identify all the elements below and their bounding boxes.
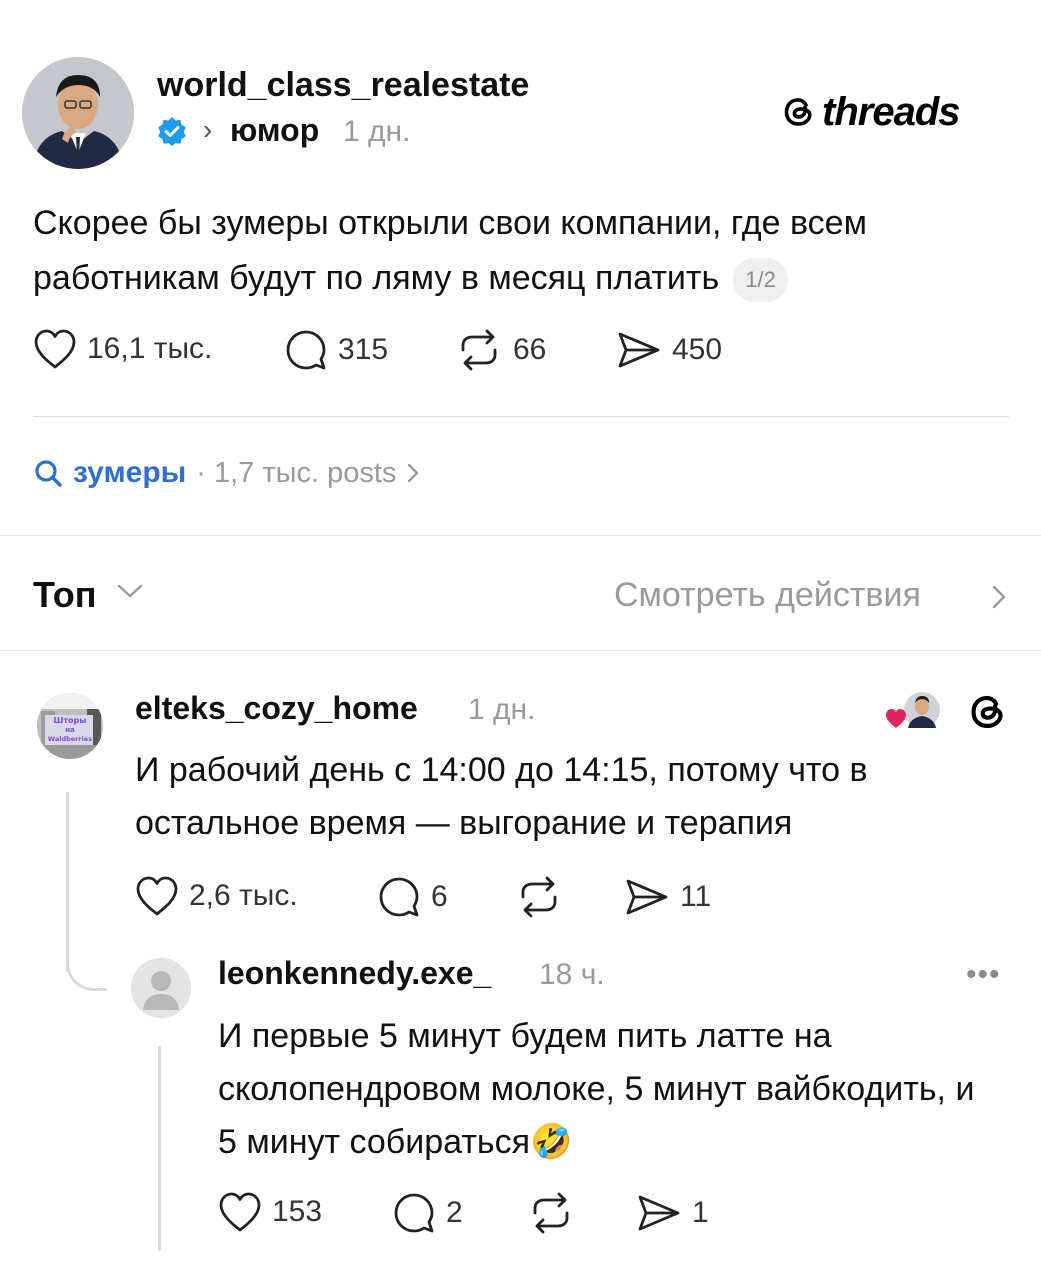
reply-button[interactable]: 2 bbox=[392, 1191, 463, 1235]
thread-connector bbox=[66, 940, 107, 991]
repost-icon bbox=[533, 1192, 569, 1234]
reply-count: 2 bbox=[446, 1196, 463, 1229]
more-options-button[interactable]: ••• bbox=[966, 958, 1001, 992]
hashtag-link[interactable]: зумеры · 1,7 тыс. posts bbox=[33, 456, 420, 490]
store-avatar-image: Шторы на Waldberries bbox=[37, 693, 103, 759]
repost-count: 66 bbox=[513, 333, 547, 366]
divider bbox=[0, 650, 1041, 651]
share-button[interactable]: 11 bbox=[624, 875, 711, 919]
repost-button[interactable] bbox=[515, 875, 563, 919]
avatar-line-2: на bbox=[65, 726, 75, 734]
repost-button[interactable] bbox=[527, 1191, 575, 1235]
reply-button[interactable]: 315 bbox=[284, 328, 388, 372]
reply-text: И рабочий день с 14:00 до 14:15, потому … bbox=[135, 751, 868, 842]
send-icon bbox=[638, 1195, 680, 1231]
view-activity-link[interactable]: Смотреть действия bbox=[614, 576, 921, 615]
share-count: 450 bbox=[672, 333, 723, 366]
reply-avatar[interactable]: Шторы на Waldberries bbox=[37, 693, 103, 759]
like-count: 153 bbox=[272, 1195, 323, 1228]
repost-icon bbox=[461, 329, 497, 371]
reply-count: 6 bbox=[431, 880, 448, 913]
heart-icon bbox=[34, 329, 76, 369]
send-icon bbox=[626, 879, 668, 915]
reply-username[interactable]: elteks_cozy_home bbox=[135, 690, 418, 727]
like-button[interactable]: 16,1 тыс. bbox=[33, 328, 212, 370]
like-button[interactable]: 2,6 тыс. bbox=[135, 875, 298, 917]
divider bbox=[33, 416, 1009, 417]
reply-button[interactable]: 6 bbox=[377, 875, 448, 919]
threads-at-icon bbox=[784, 98, 812, 126]
default-user-icon bbox=[131, 958, 191, 1018]
share-button[interactable]: 1 bbox=[636, 1191, 709, 1235]
chevron-down-icon[interactable] bbox=[116, 582, 144, 600]
like-count: 16,1 тыс. bbox=[87, 332, 213, 365]
threads-logo: threads bbox=[780, 88, 960, 136]
comment-bubble-icon bbox=[286, 330, 326, 370]
reply-timestamp: 18 ч. bbox=[539, 958, 605, 991]
reply-count: 315 bbox=[338, 333, 389, 366]
threads-icon bbox=[971, 695, 1003, 728]
author-username[interactable]: world_class_realestate bbox=[157, 66, 529, 105]
heart-icon bbox=[136, 876, 178, 916]
threads-wordmark: threads bbox=[822, 89, 960, 134]
divider bbox=[0, 535, 1041, 536]
hashtag-post-count: · 1,7 тыс. posts bbox=[196, 456, 397, 489]
repost-icon bbox=[521, 876, 557, 918]
author-avatar[interactable] bbox=[22, 57, 134, 169]
carousel-page-indicator: 1/2 bbox=[733, 258, 788, 303]
share-count: 11 bbox=[680, 880, 712, 913]
like-button[interactable]: 153 bbox=[218, 1191, 322, 1233]
author-liked-indicator bbox=[886, 692, 940, 728]
author-avatar-image bbox=[22, 57, 134, 169]
share-count: 1 bbox=[692, 1196, 709, 1229]
like-count: 2,6 тыс. bbox=[189, 879, 298, 912]
reply-avatar[interactable] bbox=[131, 958, 191, 1018]
breadcrumb-chevron-icon: › bbox=[203, 114, 213, 145]
chevron-right-icon[interactable] bbox=[990, 583, 1008, 611]
comment-bubble-icon bbox=[394, 1193, 434, 1233]
heart-icon bbox=[219, 1192, 261, 1232]
comment-bubble-icon bbox=[379, 877, 419, 917]
reply-timestamp: 1 дн. bbox=[468, 693, 536, 726]
post-body: Скорее бы зумеры открыли свои компании, … bbox=[33, 196, 1013, 306]
send-icon bbox=[618, 332, 660, 368]
chevron-right-icon bbox=[408, 463, 419, 483]
search-icon bbox=[35, 460, 62, 487]
topic-tag[interactable]: юмор bbox=[230, 112, 319, 149]
thread-line bbox=[158, 1046, 161, 1251]
avatar-line-3: Waldberries bbox=[48, 735, 92, 743]
sort-dropdown[interactable]: Топ bbox=[33, 574, 96, 616]
avatar-line-1: Шторы bbox=[54, 716, 87, 725]
share-button[interactable]: 450 bbox=[616, 328, 722, 372]
hashtag-name: зумеры bbox=[73, 456, 187, 489]
post-timestamp: 1 дн. bbox=[343, 115, 411, 148]
reply-username[interactable]: leonkennedy.exe_ bbox=[218, 955, 491, 992]
reply-text: И первые 5 минут будем пить латте на ско… bbox=[218, 1017, 975, 1161]
repost-button[interactable]: 66 bbox=[455, 328, 546, 372]
verified-badge-icon bbox=[158, 117, 186, 146]
